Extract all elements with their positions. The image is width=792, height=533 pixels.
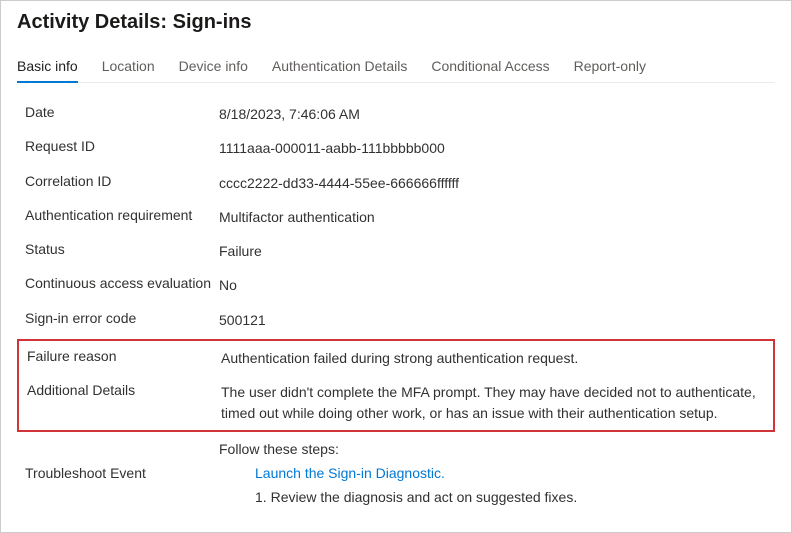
value-cae: No xyxy=(219,275,775,295)
row-status: Status Failure xyxy=(17,234,775,268)
value-request-id: 1111aaa-000011-aabb-111bbbbb000 xyxy=(219,138,775,158)
label-error-code: Sign-in error code xyxy=(25,310,219,326)
label-troubleshoot: Troubleshoot Event xyxy=(25,465,219,481)
label-cae: Continuous access evaluation xyxy=(25,275,219,291)
value-status: Failure xyxy=(219,241,775,261)
value-correlation-id: cccc2222-dd33-4444-55ee-666666ffffff xyxy=(219,173,775,193)
page-title: Activity Details: Sign-ins xyxy=(17,11,775,34)
row-correlation-id: Correlation ID cccc2222-dd33-4444-55ee-6… xyxy=(17,166,775,200)
row-additional-details: Additional Details The user didn't compl… xyxy=(19,375,773,430)
row-troubleshoot: Troubleshoot Event Follow these steps: L… xyxy=(17,434,775,512)
label-additional-details: Additional Details xyxy=(27,382,221,398)
value-failure-reason: Authentication failed during strong auth… xyxy=(221,348,773,368)
tab-device-info[interactable]: Device info xyxy=(179,52,248,82)
label-failure-reason: Failure reason xyxy=(27,348,221,364)
row-date: Date 8/18/2023, 7:46:06 AM xyxy=(17,97,775,131)
row-failure-reason: Failure reason Authentication failed dur… xyxy=(19,341,773,375)
tab-report-only[interactable]: Report-only xyxy=(574,52,646,82)
tab-authentication-details[interactable]: Authentication Details xyxy=(272,52,407,82)
label-auth-requirement: Authentication requirement xyxy=(25,207,219,223)
row-auth-requirement: Authentication requirement Multifactor a… xyxy=(17,200,775,234)
value-auth-requirement: Multifactor authentication xyxy=(219,207,775,227)
tab-basic-info[interactable]: Basic info xyxy=(17,52,78,82)
label-status: Status xyxy=(25,241,219,257)
row-request-id: Request ID 1111aaa-000011-aabb-111bbbbb0… xyxy=(17,131,775,165)
troubleshoot-lead: Follow these steps: xyxy=(219,441,775,457)
tab-conditional-access[interactable]: Conditional Access xyxy=(431,52,549,82)
tabs-bar: Basic info Location Device info Authenti… xyxy=(17,52,775,83)
row-cae: Continuous access evaluation No xyxy=(17,268,775,302)
row-error-code: Sign-in error code 500121 xyxy=(17,303,775,337)
value-additional-details: The user didn't complete the MFA prompt.… xyxy=(221,382,773,423)
value-error-code: 500121 xyxy=(219,310,775,330)
label-date: Date xyxy=(25,104,219,120)
troubleshoot-step-1: Review the diagnosis and act on suggeste… xyxy=(255,489,775,505)
label-request-id: Request ID xyxy=(25,138,219,154)
highlight-box: Failure reason Authentication failed dur… xyxy=(17,339,775,432)
tab-location[interactable]: Location xyxy=(102,52,155,82)
launch-diagnostic-link[interactable]: Launch the Sign-in Diagnostic. xyxy=(255,465,445,481)
details-panel: Date 8/18/2023, 7:46:06 AM Request ID 11… xyxy=(17,97,775,512)
label-correlation-id: Correlation ID xyxy=(25,173,219,189)
troubleshoot-steps: Follow these steps: Launch the Sign-in D… xyxy=(219,441,775,505)
value-date: 8/18/2023, 7:46:06 AM xyxy=(219,104,775,124)
